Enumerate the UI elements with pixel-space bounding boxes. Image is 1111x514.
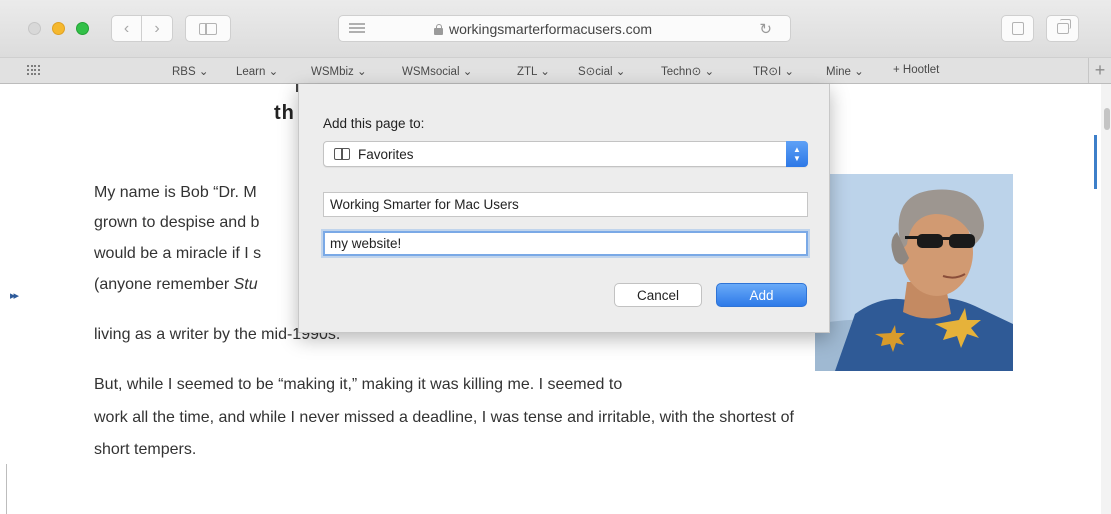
add-bookmark-bar-button[interactable]: + — [1088, 58, 1111, 83]
sidebar-button[interactable] — [185, 15, 231, 42]
bookmark-folder-learn[interactable]: Learn ⌄ — [236, 64, 278, 78]
close-window-button[interactable] — [28, 22, 41, 35]
forward-icon: › — [154, 19, 160, 37]
paragraph-line: grown to despise and b — [94, 214, 260, 231]
add-button[interactable]: Add — [716, 283, 807, 307]
reload-icon[interactable]: ↻ — [759, 20, 772, 38]
selected-folder: Favorites — [358, 147, 414, 162]
bookmark-title-field[interactable] — [323, 192, 808, 217]
bookmark-folder-wsmbiz[interactable]: WSMbiz ⌄ — [311, 64, 367, 78]
share-icon — [1011, 22, 1024, 35]
page-heading: th — [274, 102, 295, 124]
vertical-scrollbar[interactable] — [1101, 84, 1111, 514]
lock-icon — [434, 24, 443, 35]
paragraph-line: would be a miracle if I s — [94, 245, 262, 262]
paragraph-line: work all the time, and while I never mis… — [94, 409, 794, 426]
bookmark-folder-techno[interactable]: Techn⊙ ⌄ — [661, 64, 714, 78]
bookmark-folder-social[interactable]: S⊙cial ⌄ — [578, 64, 625, 78]
bookmark-hootlet[interactable]: + Hootlet — [893, 64, 939, 76]
bookmark-description-field[interactable] — [323, 231, 808, 256]
sidebar-icon — [199, 22, 217, 35]
author-photo — [815, 174, 1013, 371]
paragraph-line: My name is Bob “Dr. M — [94, 184, 257, 201]
zoom-window-button[interactable] — [76, 22, 89, 35]
bookmarks-bar: RBS ⌄ Learn ⌄ WSMbiz ⌄ WSMsocial ⌄ ZTL ⌄… — [0, 57, 1111, 84]
sheet-title: Add this page to: — [323, 116, 425, 131]
reader-icon[interactable] — [349, 23, 365, 35]
back-button[interactable]: ‹ — [112, 16, 143, 41]
address-bar[interactable]: workingsmarterformacusers.com ↻ — [338, 15, 791, 42]
chevron-updown-icon[interactable]: ▲ ▼ — [786, 141, 808, 167]
back-icon: ‹ — [123, 19, 130, 37]
cancel-button[interactable]: Cancel — [614, 283, 702, 307]
navigation-buttons: ‹ › — [111, 15, 173, 42]
bookmark-folder-rbs[interactable]: RBS ⌄ — [172, 64, 208, 78]
paragraph-line: But, while I seemed to be “making it,” m… — [94, 376, 623, 393]
show-tabs-button[interactable] — [1046, 15, 1079, 42]
bookmark-folder-select[interactable]: Favorites ▲ ▼ — [323, 141, 808, 167]
content-left-border — [6, 464, 7, 514]
book-icon — [334, 148, 352, 161]
browser-toolbar: ‹ › workingsmarterformacusers.com ↻ — [0, 0, 1111, 57]
grid-icon[interactable] — [27, 65, 40, 76]
add-bookmark-sheet: Add this page to: Favorites ▲▼ Cancel Ad… — [298, 84, 830, 333]
bookmark-folder-mine[interactable]: Mine ⌄ — [826, 64, 864, 78]
scrollbar-thumb[interactable] — [1104, 108, 1110, 130]
minimize-window-button[interactable] — [52, 22, 65, 35]
side-accent-bar — [1094, 135, 1097, 189]
share-button[interactable] — [1001, 15, 1034, 42]
url-text[interactable]: workingsmarterformacusers.com — [449, 21, 652, 37]
bookmark-folder-ztl[interactable]: ZTL ⌄ — [517, 64, 550, 78]
play-arrows-icon[interactable]: ▸▸ — [10, 289, 19, 302]
paragraph-line: short tempers. — [94, 441, 197, 458]
tabs-icon — [1056, 19, 1071, 34]
bookmark-folder-wsmsocial[interactable]: WSMsocial ⌄ — [402, 64, 472, 78]
paragraph-line: (anyone remember Stu — [94, 276, 258, 293]
forward-button[interactable]: › — [142, 16, 172, 41]
bookmark-folder-troi[interactable]: TR⊙I ⌄ — [753, 64, 794, 78]
